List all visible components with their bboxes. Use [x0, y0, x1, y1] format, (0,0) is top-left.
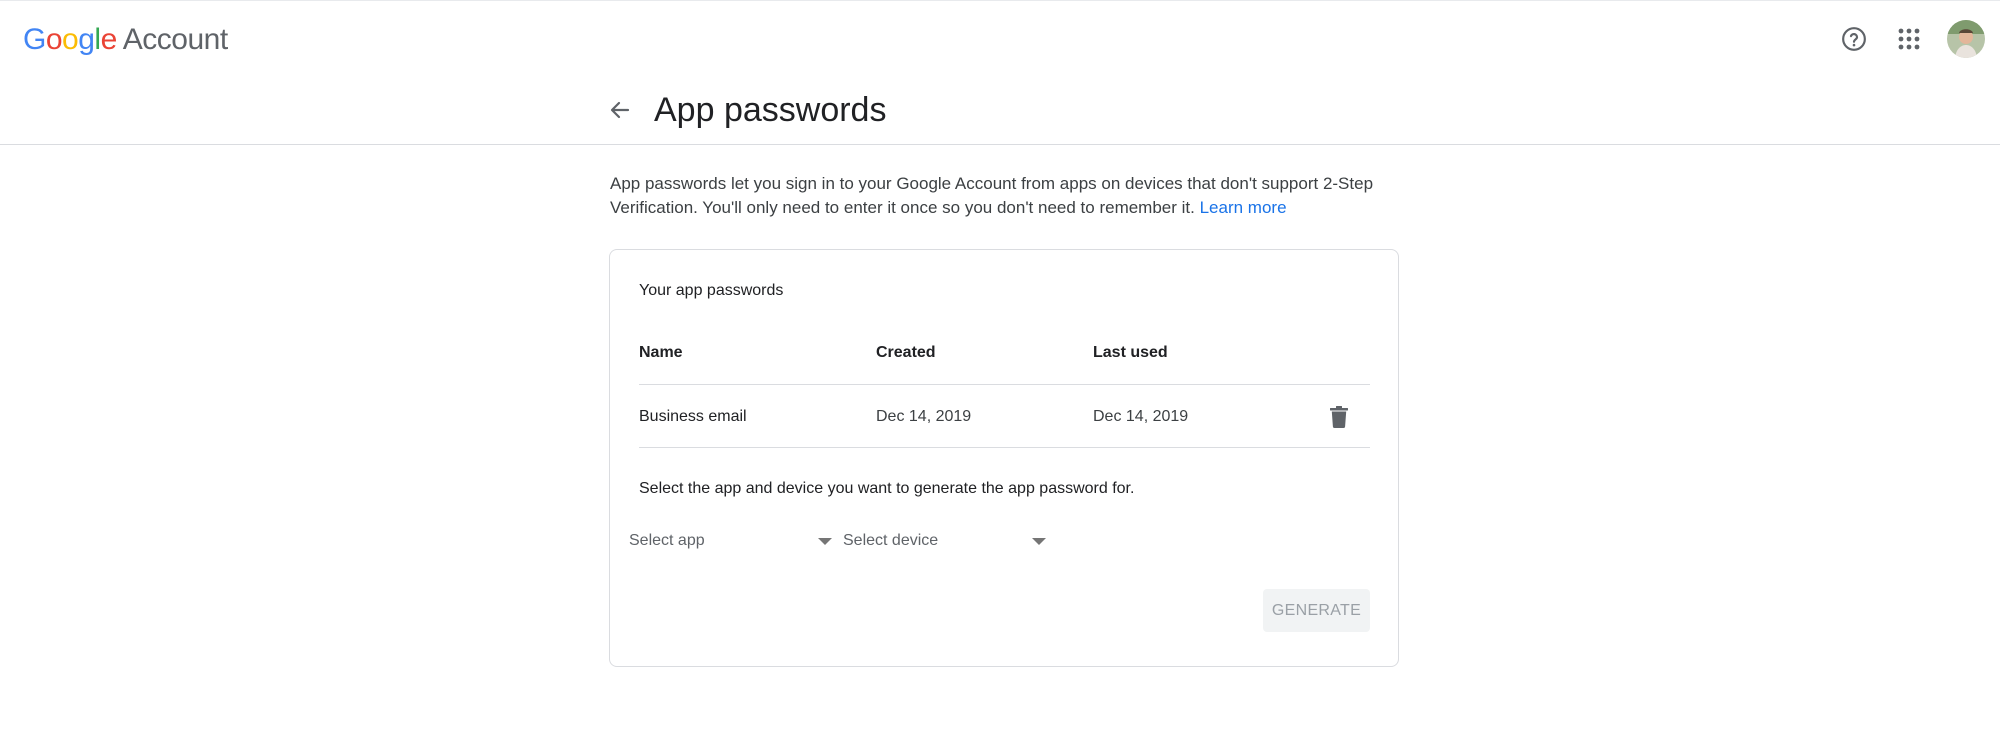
logo-letter: g [78, 23, 95, 56]
trash-icon [1330, 406, 1348, 428]
select-device-dropdown[interactable]: Select device [824, 518, 1064, 562]
page-title: App passwords [654, 91, 887, 129]
password-created: Dec 14, 2019 [876, 408, 972, 425]
password-last-used: Dec 14, 2019 [1093, 408, 1189, 425]
table-divider [639, 384, 1370, 385]
intro-paragraph: App passwords let you sign in to your Go… [610, 172, 1400, 220]
select-app-value: Select app [629, 532, 705, 549]
generate-button[interactable]: GENERATE [1263, 589, 1370, 632]
brand-suffix: Account [122, 23, 228, 56]
page-header: App passwords [0, 78, 2000, 145]
back-button[interactable] [600, 90, 640, 130]
user-avatar-icon [1947, 20, 1985, 58]
arrow-back-icon [610, 101, 630, 119]
top-app-bar: Google Account [0, 0, 2000, 78]
delete-password-button[interactable] [1324, 402, 1354, 432]
google-account-logo[interactable]: Google Account [23, 20, 228, 60]
dropdown-arrow-icon [1032, 538, 1046, 545]
card-title: Your app passwords [639, 282, 784, 299]
help-circle-icon [1842, 27, 1866, 51]
logo-letter: o [62, 23, 79, 56]
logo-letter: o [45, 23, 63, 56]
select-app-dropdown[interactable]: Select app [610, 518, 850, 562]
account-avatar[interactable] [1947, 20, 1985, 58]
google-apps-button[interactable] [1889, 19, 1929, 59]
column-header-last-used: Last used [1093, 344, 1168, 361]
select-device-value: Select device [843, 532, 939, 549]
logo-letter: e [100, 23, 118, 56]
help-button[interactable] [1834, 19, 1874, 59]
column-header-name: Name [639, 344, 683, 361]
app-passwords-card: Your app passwords Name Created Last use… [609, 249, 1399, 667]
select-prompt: Select the app and device you want to ge… [639, 480, 1135, 497]
table-divider [639, 447, 1370, 448]
password-name: Business email [639, 408, 747, 425]
apps-grid-icon [1898, 28, 1920, 50]
learn-more-link[interactable]: Learn more [1200, 198, 1287, 217]
column-header-created: Created [876, 344, 936, 361]
logo-letter: G [23, 23, 46, 56]
